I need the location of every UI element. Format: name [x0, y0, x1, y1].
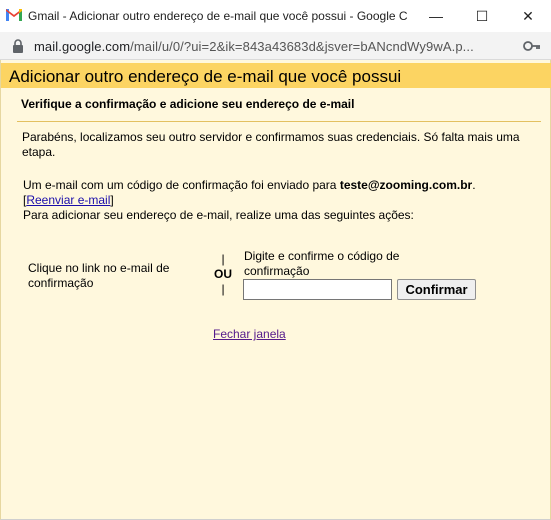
confirm-button[interactable]: Confirmar — [397, 279, 476, 300]
maximize-icon: ☐ — [475, 7, 489, 24]
bracket-close: ] — [110, 193, 114, 207]
option-click-link: Clique no link no e-mail de confirmação — [28, 261, 170, 290]
confirmation-info: Um e-mail com um código de confirmação f… — [23, 178, 543, 223]
close-window-button[interactable]: ✕ — [505, 0, 551, 32]
url-text[interactable]: mail.google.com/mail/u/0/?ui=2&ik=843a43… — [34, 39, 504, 54]
or-label: OU — [214, 267, 232, 281]
sent-prefix: Um e-mail com um código de confirmação f… — [23, 178, 337, 192]
key-icon[interactable] — [523, 39, 541, 53]
lock-icon — [13, 39, 23, 53]
target-email: teste@zooming.com.br — [339, 178, 473, 192]
or-bar-top: | — [221, 252, 225, 266]
or-bar-bottom: | — [221, 282, 225, 296]
url-path: /mail/u/0/?ui=2&ik=843a43683d&jsver=bANc… — [130, 39, 474, 54]
resend-email-link[interactable]: Reenviar e-mail — [26, 193, 110, 207]
step-subtitle: Verifique a confirmação e adicione seu e… — [21, 97, 355, 111]
page-header: Adicionar outro endereço de e-mail que v… — [1, 63, 551, 88]
minimize-button[interactable]: — — [413, 0, 459, 32]
page-title: Adicionar outro endereço de e-mail que v… — [9, 67, 402, 86]
confirmation-code-input[interactable] — [243, 279, 392, 300]
divider — [17, 121, 541, 122]
close-icon: ✕ — [522, 7, 534, 24]
or-separator: | OU | — [208, 252, 238, 298]
window-title: Gmail - Adicionar outro endereço de e-ma… — [28, 9, 408, 23]
close-window-link[interactable]: Fechar janela — [213, 327, 286, 341]
sent-suffix: . — [472, 178, 476, 192]
intro-text: Parabéns, localizamos seu outro servidor… — [22, 130, 520, 159]
option-enter-code: Digite e confirme o código de confirmaçã… — [244, 249, 400, 278]
url-host: mail.google.com — [34, 39, 131, 54]
dialog-page: Adicionar outro endereço de e-mail que v… — [0, 60, 551, 520]
maximize-button[interactable]: ☐ — [459, 0, 505, 32]
window-titlebar: Gmail - Adicionar outro endereço de e-ma… — [0, 0, 551, 32]
address-bar[interactable]: mail.google.com/mail/u/0/?ui=2&ik=843a43… — [0, 32, 551, 60]
gmail-icon — [6, 8, 22, 21]
minimize-icon: — — [429, 8, 443, 24]
action-instruction: Para adicionar seu endereço de e-mail, r… — [23, 208, 414, 222]
